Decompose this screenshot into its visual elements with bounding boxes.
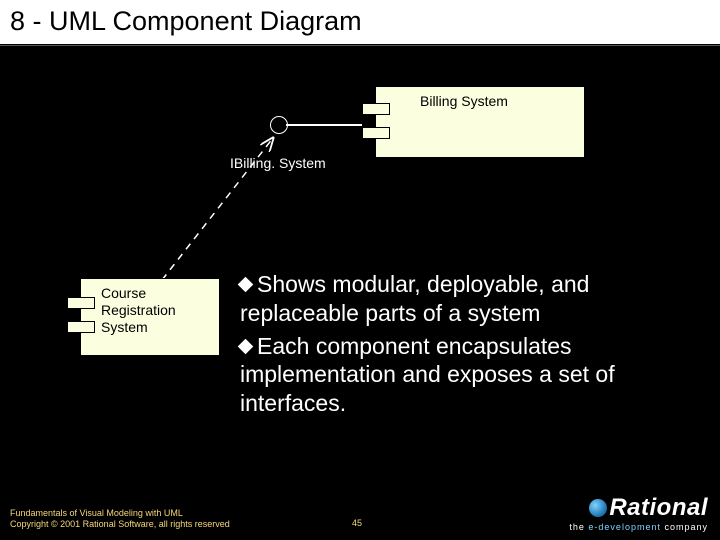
slide-title: 8 - UML Component Diagram [10,6,362,37]
component-lug-icon [362,127,390,139]
logo-tag-em: e-development [588,522,661,532]
logo-tag-post: company [661,522,708,532]
logo-brand: Rational [569,494,708,522]
logo-tagline: the e-development company [569,522,708,532]
component-billing-label: Billing System [420,93,576,110]
page-number: 45 [352,518,362,528]
interface-label: IBilling. System [230,155,326,171]
bullet-text: Each component encapsulates implementati… [240,333,615,417]
logo-globe-icon [589,499,607,517]
component-lug-icon [67,297,95,309]
bullet-text: Shows modular, deployable, and replaceab… [240,271,589,326]
component-lug-icon [362,103,390,115]
component-crs-label: Course Registration System [101,285,211,335]
title-bar: 8 - UML Component Diagram [0,0,720,46]
footer-line2: Copyright © 2001 Rational Software, all … [10,519,230,530]
footer: Fundamentals of Visual Modeling with UML… [10,508,230,531]
interface-lollipop-icon [270,116,288,134]
bullet-list: Shows modular, deployable, and replaceab… [240,270,680,422]
diamond-bullet-icon [238,338,254,354]
bullet-item: Shows modular, deployable, and replaceab… [240,270,680,328]
title-underline [0,44,720,46]
component-crs: Course Registration System [80,278,220,356]
footer-line1: Fundamentals of Visual Modeling with UML [10,508,230,519]
diamond-bullet-icon [238,277,254,293]
bullet-item: Each component encapsulates implementati… [240,332,680,418]
logo-tag-pre: the [569,522,588,532]
interface-stem [286,124,362,126]
component-lug-icon [67,321,95,333]
component-billing: Billing System [375,86,585,158]
logo: Rational the e-development company [569,494,708,532]
logo-brand-text: Rational [609,494,708,521]
slide: 8 - UML Component Diagram Billing System… [0,0,720,540]
